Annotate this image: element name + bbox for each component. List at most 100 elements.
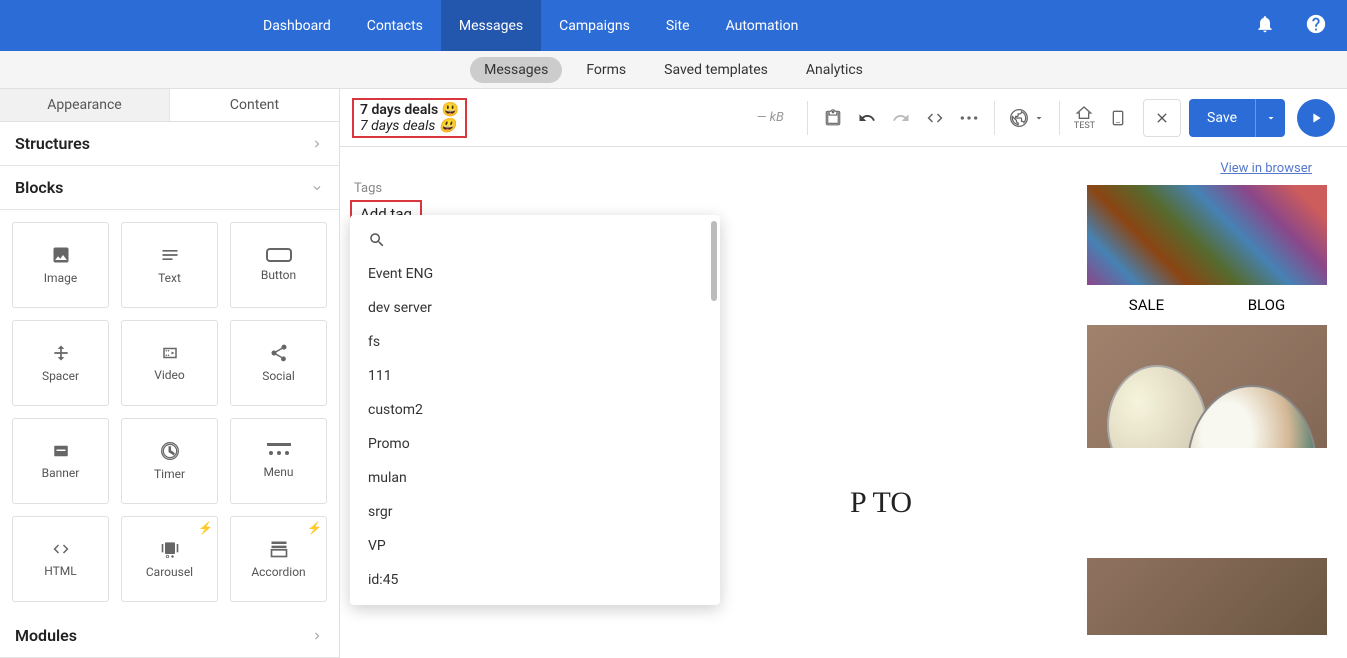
block-label: Timer bbox=[154, 467, 185, 481]
subnav-saved-templates[interactable]: Saved templates bbox=[650, 57, 782, 83]
block-image[interactable]: Image bbox=[12, 222, 109, 308]
tag-option[interactable]: dev server bbox=[350, 291, 720, 325]
image-icon bbox=[49, 245, 73, 265]
block-label: Button bbox=[261, 268, 296, 282]
block-banner[interactable]: Banner bbox=[12, 418, 109, 504]
tab-appearance[interactable]: Appearance bbox=[0, 89, 170, 121]
section-blocks[interactable]: Blocks bbox=[0, 166, 339, 210]
block-label: Image bbox=[44, 271, 77, 285]
undo-button[interactable] bbox=[850, 101, 884, 135]
play-button[interactable] bbox=[1297, 99, 1335, 137]
lightning-icon: ⚡ bbox=[198, 521, 213, 535]
preview-nav-blog[interactable]: BLOG bbox=[1248, 296, 1286, 314]
subnav-messages[interactable]: Messages bbox=[470, 57, 562, 83]
nav-messages[interactable]: Messages bbox=[441, 0, 541, 51]
canvas: View in browser SALE BLOG P TO Tags Add … bbox=[340, 147, 1347, 658]
blocks-grid: Image Text Button Spacer Video Social Ba… bbox=[0, 210, 339, 614]
section-structures[interactable]: Structures bbox=[0, 122, 339, 166]
block-text[interactable]: Text bbox=[121, 222, 218, 308]
block-label: Social bbox=[262, 369, 295, 383]
subnav-forms[interactable]: Forms bbox=[572, 57, 640, 83]
nav-automation[interactable]: Automation bbox=[708, 0, 817, 51]
carousel-icon bbox=[159, 539, 181, 559]
block-timer[interactable]: Timer bbox=[121, 418, 218, 504]
nav-site[interactable]: Site bbox=[648, 0, 708, 51]
tag-option[interactable]: id:45 bbox=[350, 563, 720, 597]
lightning-icon: ⚡ bbox=[307, 521, 322, 535]
button-icon bbox=[266, 248, 292, 262]
block-menu[interactable]: Menu bbox=[230, 418, 327, 504]
block-label: Video bbox=[154, 368, 185, 382]
tab-content[interactable]: Content bbox=[170, 89, 339, 121]
dropdown-scrollbar[interactable] bbox=[711, 221, 717, 301]
preview-nav-sale[interactable]: SALE bbox=[1129, 296, 1164, 314]
save-label: Save bbox=[1189, 110, 1255, 126]
tag-option[interactable]: custom2 bbox=[350, 393, 720, 427]
block-html[interactable]: HTML bbox=[12, 516, 109, 602]
block-carousel[interactable]: ⚡ Carousel bbox=[121, 516, 218, 602]
text-icon bbox=[160, 245, 180, 265]
save-dropdown-icon[interactable] bbox=[1255, 99, 1285, 137]
nav-campaigns[interactable]: Campaigns bbox=[541, 0, 648, 51]
share-icon bbox=[269, 343, 289, 363]
code-icon bbox=[49, 540, 73, 558]
menu-icon bbox=[267, 443, 291, 459]
block-label: Carousel bbox=[146, 565, 193, 579]
block-label: Spacer bbox=[42, 369, 79, 383]
title-line-1: 7 days deals 😃 bbox=[360, 102, 459, 118]
tag-option[interactable]: VP bbox=[350, 529, 720, 563]
chevron-down-icon bbox=[310, 181, 324, 195]
test-button[interactable]: TEST bbox=[1068, 105, 1101, 131]
code-view-button[interactable] bbox=[918, 101, 952, 135]
block-accordion[interactable]: ⚡ Accordion bbox=[230, 516, 327, 602]
accordion-icon bbox=[269, 539, 289, 559]
spacer-icon bbox=[51, 343, 71, 363]
tag-option[interactable]: 111 bbox=[350, 359, 720, 393]
structures-label: Structures bbox=[15, 134, 90, 153]
banner-icon bbox=[50, 442, 72, 460]
language-button[interactable] bbox=[1003, 108, 1051, 128]
clipboard-button[interactable] bbox=[816, 101, 850, 135]
block-label: Menu bbox=[263, 465, 293, 479]
block-social[interactable]: Social bbox=[230, 320, 327, 406]
tag-option[interactable]: srgr bbox=[350, 495, 720, 529]
redo-button[interactable] bbox=[884, 101, 918, 135]
save-button[interactable]: Save bbox=[1189, 99, 1285, 137]
nav-contacts[interactable]: Contacts bbox=[349, 0, 441, 51]
help-icon[interactable] bbox=[1305, 13, 1327, 39]
block-label: Accordion bbox=[251, 565, 305, 579]
tag-option[interactable]: fs bbox=[350, 325, 720, 359]
mobile-preview-button[interactable] bbox=[1101, 101, 1135, 135]
section-modules[interactable]: Modules bbox=[0, 614, 339, 658]
chevron-right-icon bbox=[310, 137, 324, 151]
timer-icon bbox=[160, 441, 180, 461]
block-button[interactable]: Button bbox=[230, 222, 327, 308]
modules-label: Modules bbox=[15, 626, 77, 645]
more-button[interactable] bbox=[952, 101, 986, 135]
tags-dropdown: Event ENG dev server fs 111 custom2 Prom… bbox=[350, 215, 720, 605]
tag-search-input[interactable] bbox=[394, 232, 702, 248]
email-preview: SALE BLOG bbox=[1087, 185, 1327, 635]
search-icon bbox=[368, 231, 386, 249]
close-button[interactable] bbox=[1143, 99, 1181, 137]
nav-dashboard[interactable]: Dashboard bbox=[245, 0, 349, 51]
title-line-2: 7 days deals 😃 bbox=[360, 118, 459, 134]
tag-option[interactable]: Promo bbox=[350, 427, 720, 461]
message-title[interactable]: 7 days deals 😃 7 days deals 😃 bbox=[352, 98, 467, 138]
block-video[interactable]: Video bbox=[121, 320, 218, 406]
view-in-browser-link[interactable]: View in browser bbox=[1220, 161, 1312, 176]
preview-header-image bbox=[1087, 185, 1327, 285]
block-spacer[interactable]: Spacer bbox=[12, 320, 109, 406]
tag-option[interactable]: mulan bbox=[350, 461, 720, 495]
video-icon bbox=[158, 344, 182, 362]
chevron-right-icon bbox=[310, 629, 324, 643]
tags-label: Tags bbox=[350, 181, 890, 196]
subnav-analytics[interactable]: Analytics bbox=[792, 57, 877, 83]
sub-nav: Messages Forms Saved templates Analytics bbox=[0, 51, 1347, 89]
tag-option[interactable]: Event ENG bbox=[350, 257, 720, 291]
notifications-icon[interactable] bbox=[1255, 14, 1275, 38]
dropdown-search bbox=[350, 223, 720, 257]
block-label: Text bbox=[158, 271, 181, 285]
editor-area: 7 days deals 😃 7 days deals 😃 — kB TEST … bbox=[340, 89, 1347, 658]
preview-headline: P TO bbox=[850, 486, 912, 520]
